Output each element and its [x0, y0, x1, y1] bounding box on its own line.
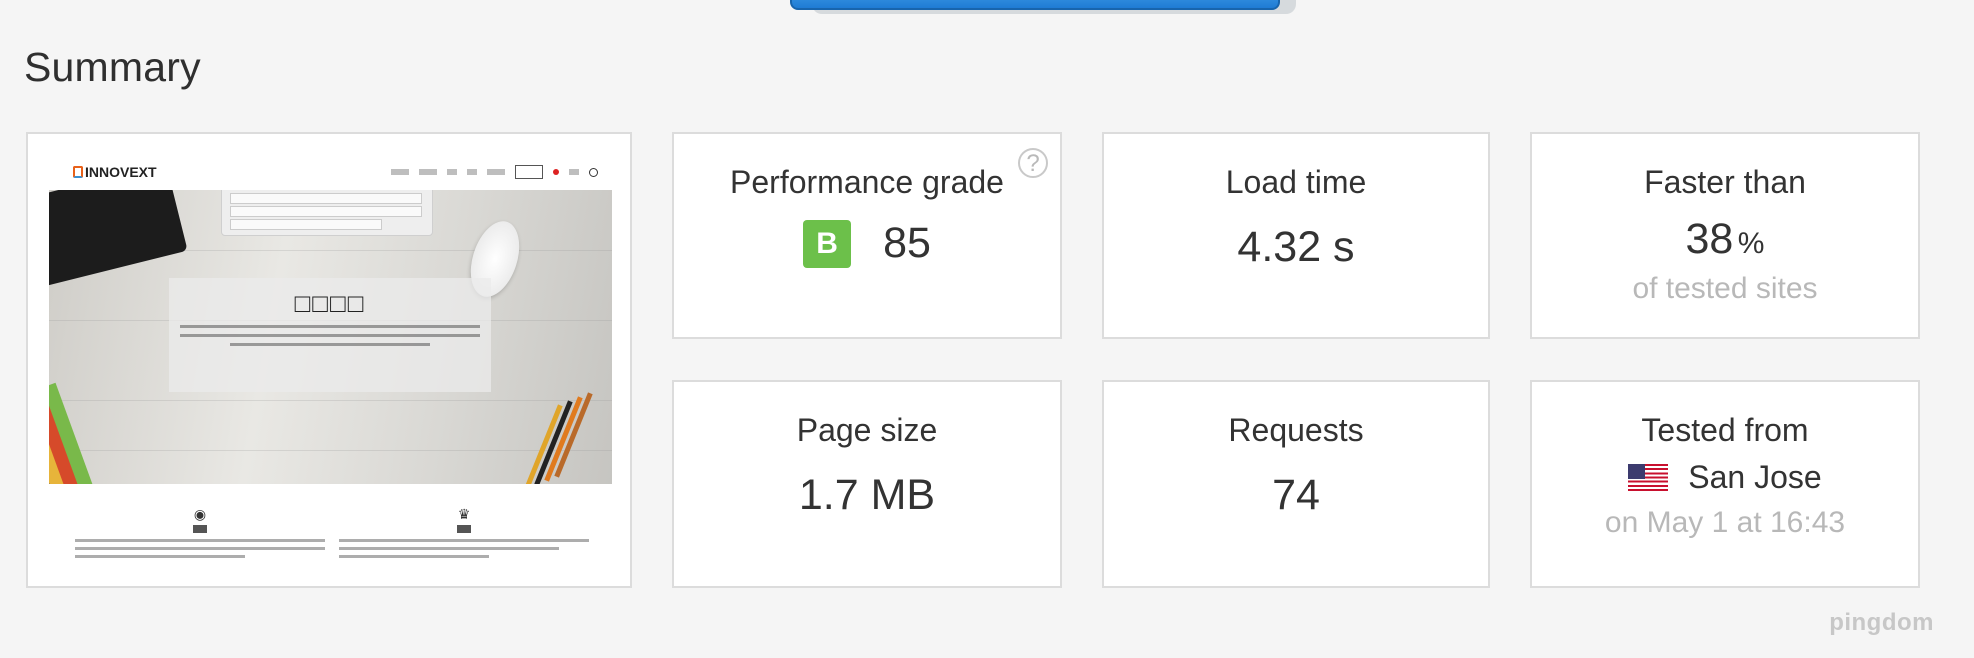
faster-than-value: 38: [1685, 215, 1734, 263]
tested-from-card: Tested from San Jose on May 1 at 16:43: [1530, 380, 1920, 588]
location-name: San Jose: [1688, 459, 1822, 495]
screenshot-hero: □□□□: [49, 190, 612, 484]
trophy-icon: ♛: [457, 506, 471, 522]
grade-row: B 85: [674, 219, 1060, 268]
requests-value: 74: [1272, 471, 1320, 519]
screenshot-body: ◉ ♛: [49, 484, 612, 570]
screenshot-column: ♛: [339, 506, 589, 558]
requests-label: Requests: [1228, 412, 1364, 448]
nav-item: [391, 169, 409, 175]
performance-score: 85: [883, 219, 931, 267]
screenshot-logo-text: INNOVEXT: [85, 164, 157, 180]
website-screenshot-card: INNOVEXT □□□□ ◉ ♛: [26, 132, 632, 588]
page-size-value: 1.7 MB: [798, 471, 936, 519]
help-icon[interactable]: ?: [1018, 148, 1048, 178]
pingdom-logo: pingdom: [1829, 609, 1934, 636]
performance-grade-label: Performance grade: [730, 164, 1004, 200]
hero-text-box: □□□□: [169, 278, 491, 392]
start-test-button[interactable]: [790, 0, 1296, 14]
tested-from-label: Tested from: [1641, 412, 1809, 448]
nav-item: [467, 169, 477, 175]
faster-than-sub: of tested sites: [1632, 272, 1818, 305]
nav-item: [447, 169, 457, 175]
website-screenshot: INNOVEXT □□□□ ◉ ♛: [49, 152, 612, 570]
location-row: San Jose: [1532, 459, 1918, 496]
paper-stripes-image: [49, 380, 139, 484]
keyboard-image: [221, 190, 433, 236]
percent-unit: %: [1737, 227, 1765, 260]
screenshot-column: ◉: [75, 506, 325, 558]
tablet-image: [49, 190, 188, 287]
page-size-card: Page size 1.7 MB: [672, 380, 1062, 588]
us-flag-icon: [1628, 464, 1669, 491]
performance-grade-card: ? Performance grade B 85: [672, 132, 1062, 339]
screenshot-nav: [391, 165, 598, 179]
screenshot-logo: INNOVEXT: [73, 164, 157, 180]
logo-mark-icon: [73, 166, 83, 178]
faster-than-row: 38 %: [1532, 215, 1918, 264]
hero-title: □□□□: [294, 288, 366, 318]
faster-than-label: Faster than: [1644, 164, 1806, 200]
globe-icon: ◉: [193, 506, 207, 522]
load-time-value: 4.32 s: [1237, 223, 1355, 271]
load-time-card: Load time 4.32 s: [1102, 132, 1490, 339]
load-time-label: Load time: [1225, 164, 1367, 200]
screenshot-header: INNOVEXT: [49, 152, 612, 190]
search-icon: [589, 167, 598, 177]
faster-than-card: Faster than 38 % of tested sites: [1530, 132, 1920, 339]
nav-item: [487, 169, 505, 175]
test-time: on May 1 at 16:43: [1604, 506, 1846, 539]
requests-card: Requests 74: [1102, 380, 1490, 588]
nav-button: [515, 165, 543, 179]
page-title: Summary: [24, 44, 201, 90]
button-face: [790, 0, 1280, 10]
page-size-label: Page size: [796, 412, 938, 448]
hero-text: [169, 325, 491, 346]
nav-item: [569, 169, 579, 175]
language-icon: [553, 169, 559, 175]
grade-badge: B: [803, 219, 852, 268]
nav-item: [419, 169, 437, 175]
